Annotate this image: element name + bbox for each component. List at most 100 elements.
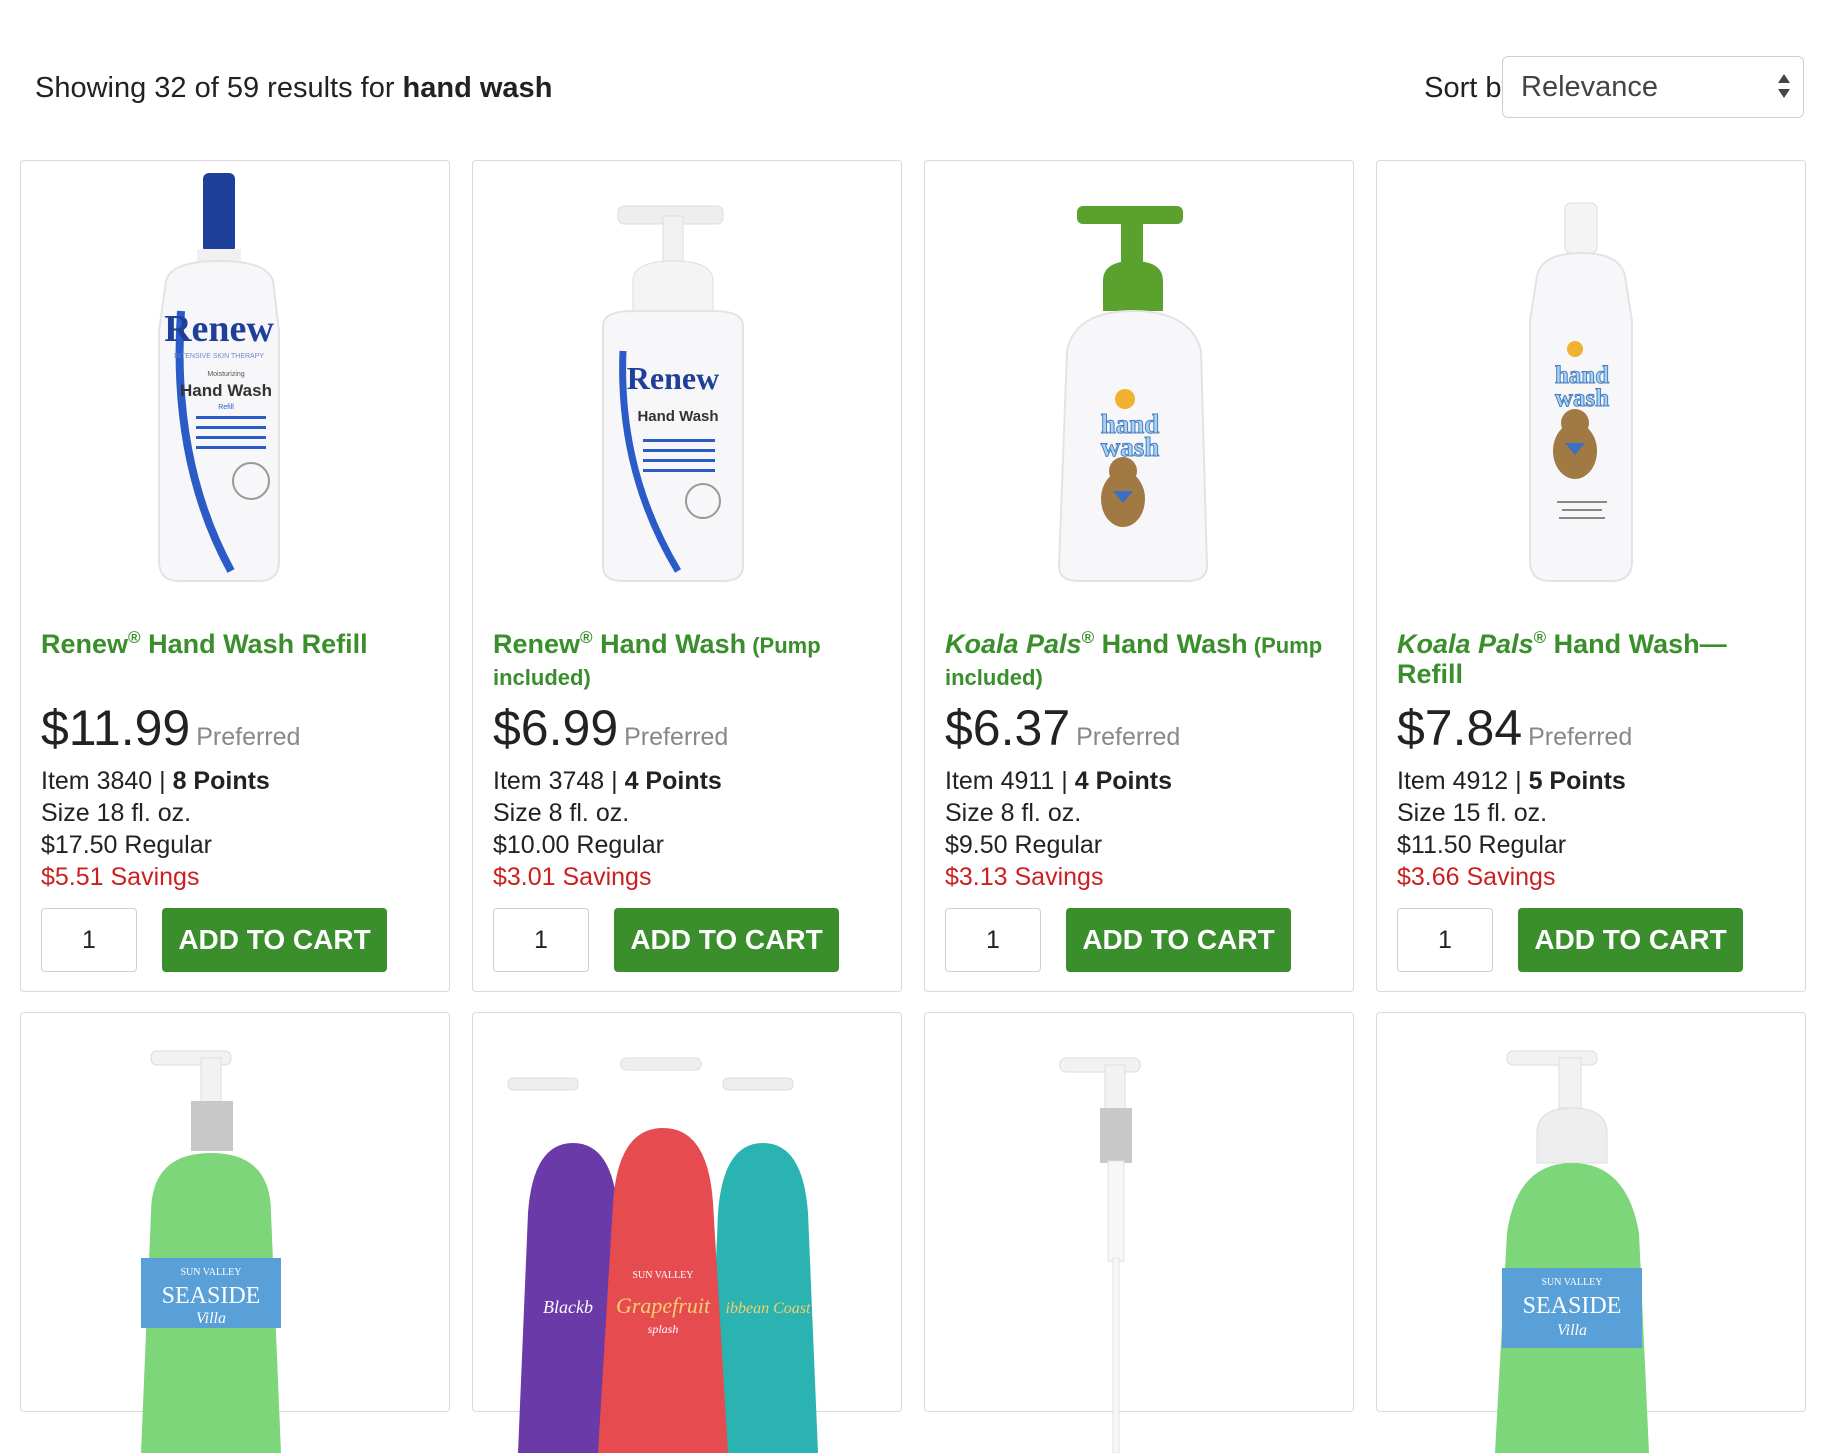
- size: Size 8 fl. oz.: [945, 799, 1082, 827]
- price-label: Preferred: [1528, 723, 1633, 751]
- product-image[interactable]: [925, 1013, 1353, 1453]
- regular-price: $9.50 Regular: [945, 831, 1103, 859]
- points: 4 Points: [1074, 767, 1172, 795]
- product-title[interactable]: Koala Pals® Hand Wash (Pump included): [945, 623, 1340, 693]
- svg-text:SUN VALLEY: SUN VALLEY: [1541, 1277, 1602, 1288]
- preferred-price: $6.37: [945, 700, 1071, 756]
- product-card: SUN VALLEY SEASIDE Villa: [1376, 1012, 1806, 1453]
- svg-text:Blackb: Blackb: [543, 1297, 593, 1317]
- item-number: Item 3840 |: [41, 767, 166, 795]
- svg-text:splash: splash: [648, 1322, 679, 1336]
- svg-text:Grapefruit: Grapefruit: [616, 1293, 711, 1318]
- results-summary: Showing 32 of 59 results for hand wash: [35, 72, 552, 105]
- product-meta: Item 4911 | 4 Points Size 8 fl. oz. $9.5…: [945, 765, 1172, 893]
- points: 5 Points: [1528, 767, 1626, 795]
- price-line: $11.99 Preferred: [41, 699, 300, 757]
- svg-text:Hand Wash: Hand Wash: [637, 408, 718, 425]
- product-name: Hand Wash: [1094, 629, 1248, 659]
- product-title[interactable]: Koala Pals® Hand Wash—Refill: [1397, 623, 1792, 689]
- item-number: Item 4911 |: [945, 767, 1068, 795]
- product-brand: Renew: [493, 629, 581, 659]
- preferred-price: $7.84: [1397, 700, 1523, 756]
- price-line: $7.84 Preferred: [1397, 699, 1632, 757]
- product-brand: Koala Pals: [945, 629, 1082, 659]
- product-card: SUN VALLEY Grapefruit splash Blackb ibbe…: [472, 1012, 902, 1453]
- price-label: Preferred: [196, 723, 301, 751]
- product-image[interactable]: SUN VALLEY Grapefruit splash Blackb ibbe…: [473, 1013, 901, 1453]
- svg-text:Villa: Villa: [1557, 1322, 1587, 1339]
- sort-select-value: Relevance: [1521, 70, 1659, 103]
- svg-text:wash: wash: [1555, 385, 1609, 412]
- product-image[interactable]: Renew INTENSIVE SKIN THERAPY Moisturizin…: [21, 161, 449, 601]
- svg-text:Villa: Villa: [196, 1310, 226, 1327]
- product-name: Hand Wash Refill: [140, 629, 368, 659]
- product-image[interactable]: Renew Hand Wash: [473, 161, 901, 601]
- registered-mark: ®: [128, 628, 141, 647]
- product-image-brand: Renew: [627, 360, 719, 396]
- preferred-price: $6.99: [493, 700, 619, 756]
- product-card: SUN VALLEY SEASIDE Villa: [20, 1012, 450, 1453]
- registered-mark: ®: [1081, 628, 1095, 647]
- price-label: Preferred: [1076, 723, 1181, 751]
- results-query: hand wash: [402, 72, 553, 104]
- savings: $3.66 Savings: [1397, 863, 1556, 891]
- product-meta: Item 3748 | 4 Points Size 8 fl. oz. $10.…: [493, 765, 722, 893]
- product-brand: Koala Pals: [1397, 629, 1534, 659]
- product-image[interactable]: SUN VALLEY SEASIDE Villa: [21, 1013, 449, 1453]
- savings: $5.51 Savings: [41, 863, 200, 891]
- price-line: $6.37 Preferred: [945, 699, 1180, 757]
- svg-text:INTENSIVE SKIN THERAPY: INTENSIVE SKIN THERAPY: [174, 353, 264, 360]
- results-summary-prefix: Showing 32 of 59 results for: [35, 72, 395, 104]
- savings: $3.01 Savings: [493, 863, 652, 891]
- add-to-cart-button[interactable]: ADD TO CART: [1518, 908, 1743, 972]
- size: Size 8 fl. oz.: [493, 799, 630, 827]
- product-meta: Item 4912 | 5 Points Size 15 fl. oz. $11…: [1397, 765, 1626, 893]
- product-card: hand wash Koala Pals® Hand Wash (Pump in…: [924, 160, 1354, 992]
- svg-text:Refill: Refill: [218, 404, 234, 411]
- preferred-price: $11.99: [41, 700, 191, 756]
- product-title[interactable]: Renew® Hand Wash (Pump included): [493, 623, 888, 693]
- points: 4 Points: [624, 767, 722, 795]
- svg-text:ibbean Coast: ibbean Coast: [726, 1300, 811, 1317]
- svg-text:SEASIDE: SEASIDE: [162, 1283, 261, 1309]
- size: Size 18 fl. oz.: [41, 799, 192, 827]
- select-arrows-icon: [1778, 74, 1790, 98]
- product-meta: Item 3840 | 8 Points Size 18 fl. oz. $17…: [41, 765, 270, 893]
- quantity-input[interactable]: 1: [493, 908, 589, 972]
- product-card: [924, 1012, 1354, 1453]
- add-to-cart-button[interactable]: ADD TO CART: [162, 908, 387, 972]
- product-brand: Renew: [41, 629, 129, 659]
- product-name: Hand Wash: [592, 629, 747, 659]
- quantity-input[interactable]: 1: [945, 908, 1041, 972]
- product-image-brand: Renew: [164, 308, 274, 350]
- add-to-cart-button[interactable]: ADD TO CART: [614, 908, 839, 972]
- product-title[interactable]: Renew® Hand Wash Refill: [41, 623, 436, 659]
- size: Size 15 fl. oz.: [1397, 799, 1548, 827]
- add-to-cart-button[interactable]: ADD TO CART: [1066, 908, 1291, 972]
- quantity-input[interactable]: 1: [1397, 908, 1493, 972]
- savings: $3.13 Savings: [945, 863, 1104, 891]
- svg-text:Moisturizing: Moisturizing: [207, 371, 244, 378]
- item-number: Item 4912 |: [1397, 767, 1522, 795]
- product-card: Renew INTENSIVE SKIN THERAPY Moisturizin…: [20, 160, 450, 992]
- sort-select[interactable]: Relevance: [1502, 56, 1804, 118]
- svg-text:SUN VALLEY: SUN VALLEY: [632, 1270, 693, 1281]
- product-image[interactable]: SUN VALLEY SEASIDE Villa: [1377, 1013, 1805, 1453]
- svg-text:SUN VALLEY: SUN VALLEY: [180, 1267, 241, 1278]
- price-label: Preferred: [624, 723, 729, 751]
- svg-text:SEASIDE: SEASIDE: [1523, 1293, 1622, 1319]
- product-image[interactable]: hand wash: [925, 161, 1353, 601]
- svg-text:Hand Wash: Hand Wash: [180, 381, 272, 400]
- regular-price: $10.00 Regular: [493, 831, 664, 859]
- registered-mark: ®: [1533, 628, 1547, 647]
- quantity-input[interactable]: 1: [41, 908, 137, 972]
- points: 8 Points: [172, 767, 270, 795]
- item-number: Item 3748 |: [493, 767, 618, 795]
- product-card: hand wash Koala Pals® Hand Wash—Refill $…: [1376, 160, 1806, 992]
- registered-mark: ®: [580, 628, 593, 647]
- regular-price: $11.50 Regular: [1397, 831, 1567, 859]
- product-card: Renew Hand Wash Renew® Hand Wash (Pump i…: [472, 160, 902, 992]
- product-image[interactable]: hand wash: [1377, 161, 1805, 601]
- price-line: $6.99 Preferred: [493, 699, 728, 757]
- results-header: Showing 32 of 59 results for hand wash S…: [0, 0, 1826, 150]
